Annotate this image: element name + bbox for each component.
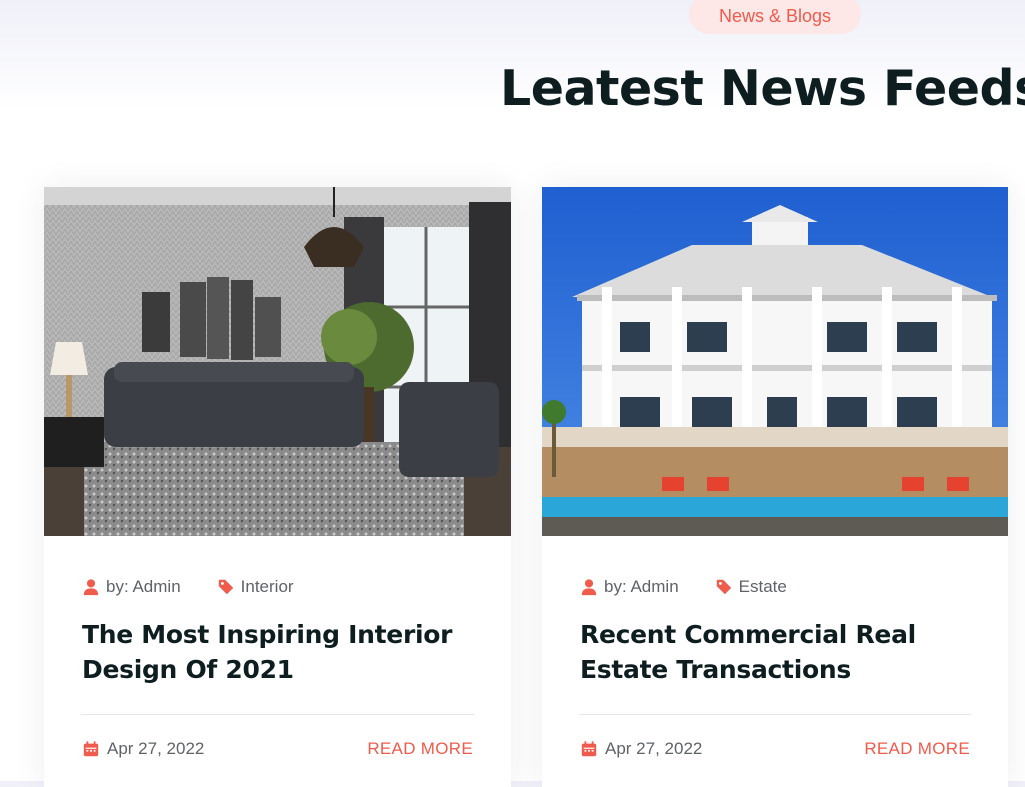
- divider: [81, 714, 474, 715]
- author-name: by: Admin: [604, 577, 679, 596]
- post-date-text: Apr 27, 2022: [107, 739, 205, 758]
- tag-icon: [715, 578, 733, 596]
- author-meta[interactable]: by: Admin: [82, 577, 181, 597]
- user-icon: [82, 578, 100, 596]
- blog-card: by: Admin Interior The Most Inspiring In…: [44, 187, 511, 787]
- post-image[interactable]: [44, 187, 511, 536]
- post-title[interactable]: Recent Commercial Real Estate Transactio…: [580, 617, 978, 687]
- calendar-icon: [580, 740, 598, 758]
- author-meta[interactable]: by: Admin: [580, 577, 679, 597]
- user-icon: [580, 578, 598, 596]
- calendar-icon: [82, 740, 100, 758]
- category-meta[interactable]: Estate: [715, 577, 787, 597]
- divider: [579, 714, 971, 715]
- post-meta: by: Admin Estate: [580, 577, 787, 597]
- post-image[interactable]: [542, 187, 1008, 536]
- post-date: Apr 27, 2022: [82, 739, 204, 759]
- author-name: by: Admin: [106, 577, 181, 596]
- post-date: Apr 27, 2022: [580, 739, 702, 759]
- post-date-text: Apr 27, 2022: [605, 739, 703, 758]
- read-more-link[interactable]: READ MORE: [864, 739, 970, 759]
- living-room-photo: [44, 187, 511, 536]
- category-meta[interactable]: Interior: [217, 577, 294, 597]
- post-title[interactable]: The Most Inspiring Interior Design Of 20…: [82, 617, 481, 687]
- category-label: Interior: [240, 577, 294, 596]
- section-title: Leatest News Feeds: [500, 60, 1025, 117]
- read-more-link[interactable]: READ MORE: [367, 739, 473, 759]
- post-footer: Apr 27, 2022 READ MORE: [580, 739, 970, 759]
- post-meta: by: Admin Interior: [82, 577, 294, 597]
- blog-card: by: Admin Estate Recent Commercial Real …: [542, 187, 1008, 787]
- section-badge: News & Blogs: [689, 0, 861, 34]
- post-footer: Apr 27, 2022 READ MORE: [82, 739, 473, 759]
- tag-icon: [217, 578, 235, 596]
- beach-house-photo: [542, 187, 1008, 536]
- category-label: Estate: [738, 577, 787, 596]
